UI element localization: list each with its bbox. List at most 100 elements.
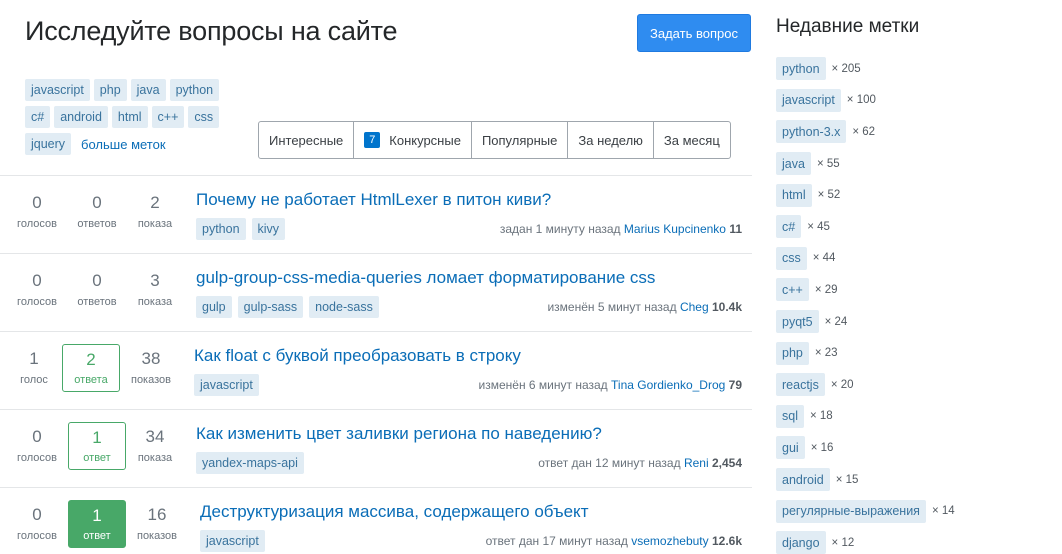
tag[interactable]: gulp-sass <box>237 296 304 318</box>
question-action: задан 1 минуту назад <box>499 222 621 236</box>
question-title-link[interactable]: Почему не работает HtmlLexer в питон кив… <box>196 190 551 210</box>
question-meta: изменён 6 минут назад Tina Gordienko_Dro… <box>479 378 742 392</box>
answers-count: 0 <box>92 193 102 212</box>
tab-bounty[interactable]: 7 Конкурсные <box>354 122 472 158</box>
recent-tag-row: sql × 18 <box>776 401 1046 433</box>
tag-count: × 55 <box>816 157 840 170</box>
tag-count: × 62 <box>852 125 876 138</box>
views-count: 2 <box>150 193 160 212</box>
tag[interactable]: python <box>776 57 826 81</box>
tag-cloud-row: javascript php java python <box>25 79 230 101</box>
tab-label: Конкурсные <box>389 132 461 148</box>
tag[interactable]: c++ <box>776 278 809 302</box>
tag[interactable]: jquery <box>25 133 72 155</box>
tag[interactable]: java <box>130 79 166 101</box>
more-tags-link[interactable]: больше меток <box>81 137 165 152</box>
tag-count: × 100 <box>846 94 876 107</box>
tag[interactable]: html <box>776 183 812 207</box>
tag[interactable]: pyqt5 <box>776 310 819 334</box>
votes-count: 1 <box>29 349 39 368</box>
tag[interactable]: javascript <box>200 530 265 552</box>
question-meta: задан 1 минуту назад Marius Kupcinenko 1… <box>500 222 742 236</box>
tag[interactable]: django <box>776 531 826 554</box>
question-row: 0 голосов 0 ответов 2 показа Почему не р… <box>0 175 752 253</box>
tag-count: × 15 <box>835 473 859 486</box>
user-link[interactable]: Cheg <box>680 300 709 314</box>
tag[interactable]: gui <box>776 436 805 460</box>
question-action: ответ дан 12 минут назад <box>538 456 681 470</box>
question-row: 0 голосов 1 ответ 16 показов Деструктури… <box>0 487 752 554</box>
user-link[interactable]: vsemozhebuty <box>631 534 708 548</box>
recent-tag-row: c++ × 29 <box>776 274 1046 306</box>
question-tags: yandex-maps-api <box>196 452 304 474</box>
votes-stat: 0 голосов <box>14 193 60 231</box>
views-count: 3 <box>150 271 160 290</box>
question-action: изменён 5 минут назад <box>547 300 677 314</box>
answers-count: 2 <box>86 350 96 369</box>
question-tags: python kivy <box>196 218 286 240</box>
tag[interactable]: html <box>111 106 148 128</box>
question-meta: ответ дан 17 минут назад vsemozhebuty 12… <box>486 534 742 548</box>
views-label: показов <box>130 374 171 386</box>
tag[interactable]: css <box>188 106 220 128</box>
votes-count: 0 <box>32 271 42 290</box>
recent-tags-list: python × 205 javascript × 100 python-3.x × … <box>776 53 1046 554</box>
tag-count: × 23 <box>814 347 838 360</box>
tag[interactable]: javascript <box>776 88 841 112</box>
tag[interactable]: javascript <box>194 374 259 396</box>
tab-month[interactable]: За месяц <box>654 122 730 158</box>
question-title-link[interactable]: Как изменить цвет заливки региона по нав… <box>196 424 602 444</box>
tag[interactable]: c++ <box>151 106 185 128</box>
tab-interesting[interactable]: Интересные <box>259 122 355 158</box>
recent-tag-row: python-3.x × 62 <box>776 116 1046 148</box>
tag[interactable]: android <box>54 106 108 128</box>
tag[interactable]: javascript <box>25 79 90 101</box>
tag-count: × 14 <box>931 505 955 518</box>
user-reputation: 12.6k <box>711 534 742 548</box>
tag[interactable]: python-3.x <box>776 120 847 144</box>
question-title-link[interactable]: gulp-group-css-media-queries ломает форм… <box>196 268 655 288</box>
tag[interactable]: регулярные-выражения <box>776 499 926 523</box>
question-tags: javascript <box>194 374 259 396</box>
recent-tag-row: регулярные-выражения × 14 <box>776 495 1046 527</box>
question-title-link[interactable]: Как float с буквой преобразовать в строк… <box>194 346 521 366</box>
tab-week[interactable]: За неделю <box>568 122 654 158</box>
tag[interactable]: reactjs <box>776 373 825 397</box>
tag[interactable]: css <box>776 246 807 270</box>
user-reputation: 79 <box>728 378 742 392</box>
tag[interactable]: php <box>93 79 127 101</box>
ask-question-button[interactable]: Задать вопрос <box>637 14 751 52</box>
user-reputation: 2,454 <box>711 456 742 470</box>
user-link[interactable]: Marius Kupcinenko <box>624 222 726 236</box>
votes-count: 0 <box>32 193 42 212</box>
recent-tag-row: pyqt5 × 24 <box>776 306 1046 338</box>
user-link[interactable]: Tina Gordienko_Drog <box>611 378 725 392</box>
tag[interactable]: c# <box>776 215 802 239</box>
votes-stat: 0 голосов <box>14 505 60 543</box>
tag[interactable]: c# <box>25 106 51 128</box>
tag-count: × 24 <box>824 315 848 328</box>
question-action: ответ дан 17 минут назад <box>485 534 628 548</box>
tag[interactable]: java <box>776 152 811 176</box>
tab-popular[interactable]: Популярные <box>472 122 569 158</box>
tag[interactable]: node-sass <box>309 296 379 318</box>
tag[interactable]: kivy <box>251 218 286 240</box>
tag[interactable]: gulp <box>196 296 232 318</box>
tag-cloud-row: jquery больше меток <box>25 133 230 155</box>
votes-stat: 1 голос <box>12 349 56 387</box>
recent-tag-row: java × 55 <box>776 148 1046 180</box>
tag[interactable]: sql <box>776 404 804 428</box>
tag[interactable]: yandex-maps-api <box>196 452 304 474</box>
tag[interactable]: python <box>196 218 246 240</box>
question-title-link[interactable]: Деструктуризация массива, содержащего об… <box>200 502 588 522</box>
tag[interactable]: android <box>776 468 830 492</box>
tag[interactable]: php <box>776 341 809 365</box>
sidebar-title: Недавние метки <box>776 16 920 37</box>
tab-label: Интересные <box>269 132 344 148</box>
recent-tag-row: css × 44 <box>776 243 1046 275</box>
tag-count: × 29 <box>814 283 838 296</box>
tag[interactable]: python <box>169 79 220 101</box>
answers-stat: 0 ответов <box>72 193 122 231</box>
question-tags: javascript <box>200 530 265 552</box>
user-link[interactable]: Reni <box>684 456 709 470</box>
